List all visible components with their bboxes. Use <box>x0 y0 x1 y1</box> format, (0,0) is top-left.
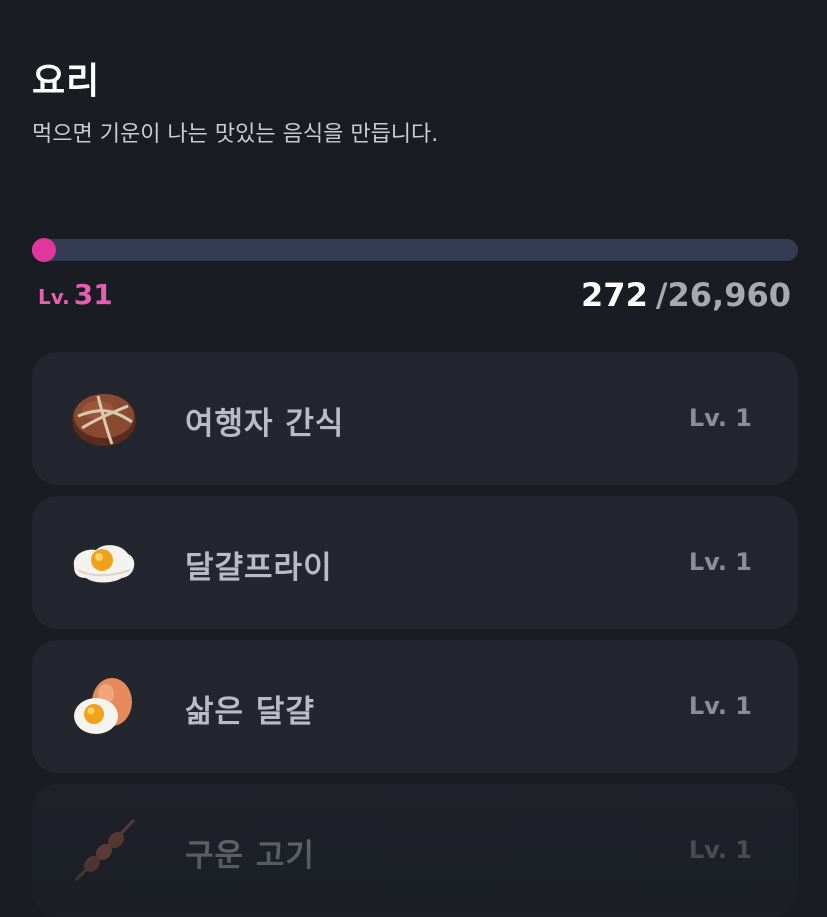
page-subtitle: 먹으면 기운이 나는 맛있는 음식을 만듭니다. <box>32 122 439 147</box>
cooking-level: Lv. 31 <box>38 278 113 311</box>
recipe-name: 달걀프라이 <box>185 550 333 586</box>
page-title: 요리 <box>32 61 101 102</box>
recipe-name: 삶은 달걀 <box>185 694 315 730</box>
recipe-card-travelers-snack[interactable]: 여행자 간식 Lv. 1 <box>32 352 798 485</box>
recipe-card-fried-egg[interactable]: 달걀프라이 Lv. 1 <box>32 496 798 629</box>
recipe-name: 구운 고기 <box>185 838 315 874</box>
fried-egg-icon <box>68 526 140 598</box>
exp-progress-bar <box>32 239 798 261</box>
boiled-egg-icon <box>68 670 140 742</box>
exp-progress-knob <box>32 238 56 262</box>
recipe-level: Lv. 1 <box>688 548 752 576</box>
recipe-level: Lv. 1 <box>688 836 752 864</box>
recipe-level: Lv. 1 <box>688 692 752 720</box>
recipe-level: Lv. 1 <box>688 404 752 432</box>
exp-total: /26,960 <box>655 276 791 314</box>
level-prefix: Lv. <box>38 285 70 309</box>
recipe-name: 여행자 간식 <box>185 406 345 442</box>
recipe-card-boiled-egg[interactable]: 삶은 달걀 Lv. 1 <box>32 640 798 773</box>
wrapped-snack-icon <box>68 382 140 454</box>
exp-current: 272 <box>581 276 648 314</box>
meat-skewer-icon <box>68 814 140 886</box>
recipe-card-grilled-meat[interactable]: 구운 고기 Lv. 1 <box>32 784 798 917</box>
level-value: 31 <box>73 278 113 311</box>
exp-readout: 272/26,960 <box>581 276 791 314</box>
